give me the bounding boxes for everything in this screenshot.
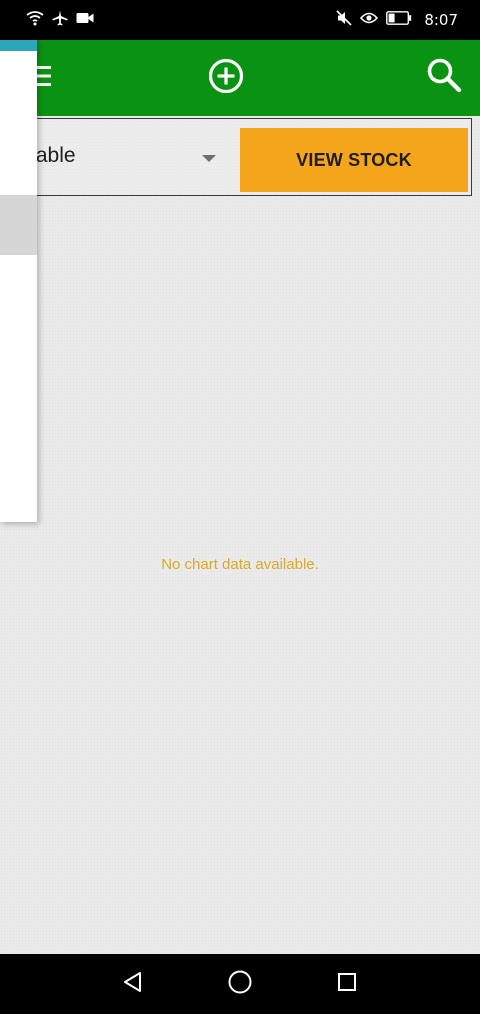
mute-icon	[336, 9, 352, 31]
eye-icon	[360, 11, 379, 30]
drawer-item[interactable]	[0, 255, 37, 522]
recent-apps-button[interactable]	[331, 968, 363, 1000]
home-button[interactable]	[224, 968, 256, 1000]
system-nav-bar	[0, 954, 480, 1014]
navigation-drawer[interactable]	[0, 40, 37, 522]
drawer-item-selected[interactable]	[0, 195, 37, 255]
wifi-icon	[26, 10, 44, 31]
battery-icon	[386, 10, 412, 30]
status-right-icons: 8:07	[336, 9, 458, 31]
status-time: 8:07	[424, 11, 458, 29]
recent-apps-icon	[336, 971, 358, 998]
search-button[interactable]	[423, 56, 465, 98]
home-icon	[227, 969, 253, 1000]
status-bar: 8:07	[0, 0, 480, 40]
view-stock-button[interactable]: VIEW STOCK	[240, 128, 468, 192]
status-left-icons	[26, 10, 94, 30]
drawer-header	[0, 40, 37, 51]
search-icon	[426, 57, 462, 98]
dropdown-arrow-icon	[202, 155, 216, 162]
airplane-icon	[52, 10, 68, 31]
back-icon	[121, 970, 145, 999]
add-button[interactable]	[206, 58, 246, 98]
add-circle-icon	[208, 58, 244, 99]
app-bar	[0, 40, 480, 116]
drawer-item[interactable]	[0, 128, 37, 195]
back-button[interactable]	[117, 968, 149, 1000]
chart-empty-message: No chart data available.	[161, 556, 319, 573]
filter-row: egetable VIEW STOCK	[0, 118, 472, 196]
video-icon	[76, 11, 94, 30]
